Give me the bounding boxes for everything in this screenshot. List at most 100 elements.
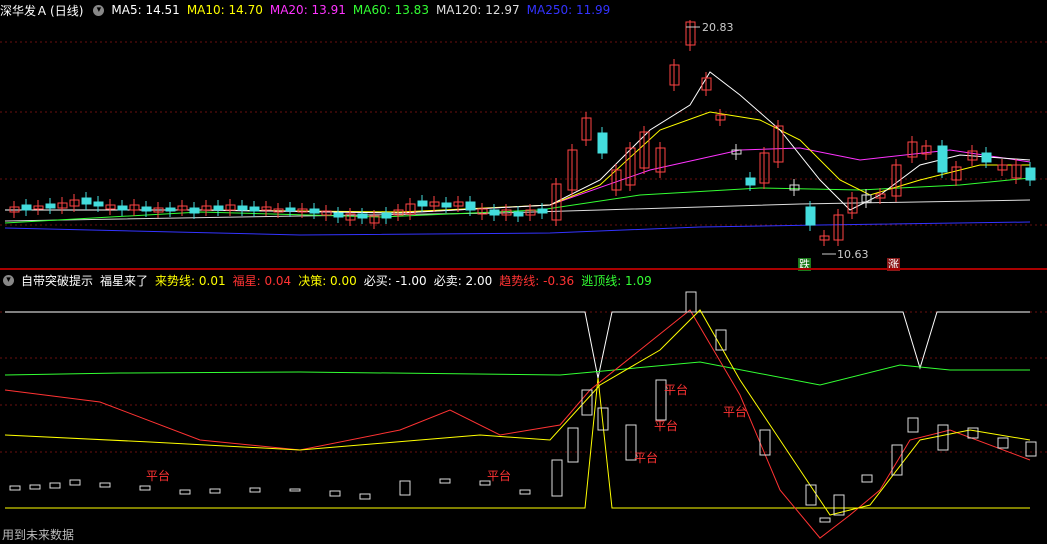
- indicator-candle: [567, 427, 579, 463]
- ma10-label: MA10: 14.70: [186, 3, 263, 17]
- ma20-line: [5, 147, 1031, 214]
- indicator-candle: [967, 427, 979, 439]
- indicator-candle: [99, 482, 111, 488]
- ma5-label: MA5: 14.51: [111, 3, 180, 17]
- platform-label: 平台: [654, 418, 678, 433]
- chart-period[interactable]: (日线): [50, 2, 83, 19]
- candle-body: [597, 132, 608, 154]
- candle-body: [249, 206, 260, 212]
- indicator-candle: [139, 485, 151, 491]
- qushi-label: 趋势线: -0.36: [499, 273, 575, 288]
- candle-body: [417, 200, 428, 207]
- indicator-chart[interactable]: 平台 平台平台平台平台平台: [0, 290, 1047, 544]
- candle-body: [981, 152, 992, 163]
- juece-line: [5, 377, 1030, 509]
- indicator-candle: [399, 480, 411, 496]
- candlesticks: [9, 20, 1036, 246]
- candle-body: [745, 177, 756, 186]
- platform-labels: 平台 平台平台平台平台平台: [146, 382, 747, 483]
- chevron-down-icon[interactable]: ▾: [3, 274, 14, 286]
- low-price-label: 10.63: [837, 248, 869, 261]
- price-chart[interactable]: 20.83 10.63: [0, 20, 1047, 268]
- indicator-candle: [249, 487, 261, 493]
- indicator-candle: [329, 490, 341, 497]
- ma20-label: MA20: 13.91: [269, 3, 346, 17]
- candle-body: [537, 208, 548, 214]
- indicator-candle: [819, 517, 831, 523]
- ma250-label: MA250: 11.99: [526, 3, 611, 17]
- laishi-line: [4, 309, 1031, 516]
- candle-body: [81, 197, 92, 205]
- indicator-candle: [439, 478, 451, 484]
- indicator-lines: [4, 309, 1031, 539]
- indicator-candle: [179, 489, 191, 495]
- candle-body: [513, 211, 524, 217]
- indicator-candle: [759, 429, 771, 456]
- platform-label: 平台: [146, 468, 170, 483]
- chevron-down-icon[interactable]: ▾: [93, 4, 105, 16]
- candle-body: [381, 212, 392, 219]
- qushi-line: [4, 309, 1031, 539]
- candle-body: [237, 205, 248, 211]
- fuxing-label: 福星: 0.04: [232, 273, 292, 288]
- indicator-candle: [359, 493, 371, 500]
- indicator-candle: [519, 489, 531, 495]
- high-price-label: 20.83: [702, 21, 734, 34]
- candle-body: [441, 202, 452, 208]
- taoding-label: 逃顶线: 1.09: [581, 273, 652, 288]
- indicator-subtitle: 福星来了: [100, 273, 149, 288]
- platform-label: 平台: [723, 404, 747, 419]
- indicator-candle: [805, 484, 817, 506]
- candle-body: [93, 201, 104, 207]
- candle-body: [165, 207, 176, 212]
- indicator-candle: [997, 437, 1009, 449]
- platform-label: 平台: [634, 450, 658, 465]
- stock-name[interactable]: 深华发Ａ: [0, 2, 48, 19]
- ma5-line: [5, 71, 1031, 214]
- juece-label: 决策: 0.00: [298, 273, 357, 288]
- candle-body: [465, 201, 476, 211]
- indicator-candle: [289, 488, 301, 492]
- ma60-label: MA60: 13.83: [352, 3, 429, 17]
- taoding-line: [4, 361, 1030, 386]
- indicator-candle: [49, 482, 61, 489]
- candle-body: [189, 207, 200, 214]
- price-chart-header: 深华发Ａ (日线) ▾ MA5: 14.51 MA10: 14.70 MA20:…: [0, 0, 1047, 20]
- indicator-candle: [1025, 441, 1037, 457]
- indicator-name[interactable]: 自带突破提示: [21, 272, 93, 289]
- candle-body: [937, 145, 948, 173]
- laishi-label: 来势线: 0.01: [155, 273, 226, 288]
- indicator-candle: [861, 474, 873, 483]
- indicator-candle: [69, 479, 81, 486]
- candle-body: [1025, 167, 1036, 181]
- candle-body: [805, 206, 816, 226]
- indicator-candle: [29, 484, 41, 490]
- indicator-candles: [9, 291, 1037, 523]
- price-grid: [0, 41, 1047, 226]
- indicator-candle: [551, 459, 563, 497]
- indicator-candle: [685, 291, 697, 313]
- candle-body: [45, 203, 56, 209]
- candle-body: [285, 207, 296, 212]
- bimai-label: 必买: -1.00: [363, 273, 427, 288]
- indicator-candle: [937, 424, 949, 451]
- ma120-label: MA120: 12.97: [435, 3, 520, 17]
- footer-note: 用到未来数据: [2, 528, 75, 542]
- candle-body: [357, 213, 368, 219]
- candle-body: [21, 204, 32, 211]
- candle-body: [213, 205, 224, 211]
- candle-body: [489, 209, 500, 216]
- ma250-line: [4, 221, 1031, 236]
- candle-body: [333, 212, 344, 218]
- indicator-candle: [9, 485, 21, 491]
- platform-label: 平台: [487, 468, 511, 483]
- bimai-line: [5, 311, 1030, 379]
- candle-body: [309, 208, 320, 214]
- candle-body: [141, 206, 152, 212]
- candle-body: [117, 205, 128, 211]
- indicator-candle: [209, 488, 221, 494]
- indicator-header: ▾ 自带突破提示 福星来了 来势线: 0.01 福星: 0.04 决策: 0.0…: [0, 270, 1047, 290]
- bimai-sell-label: 必卖: 2.00: [433, 273, 493, 288]
- platform-label: 平台: [664, 382, 688, 397]
- indicator-candle: [907, 417, 919, 433]
